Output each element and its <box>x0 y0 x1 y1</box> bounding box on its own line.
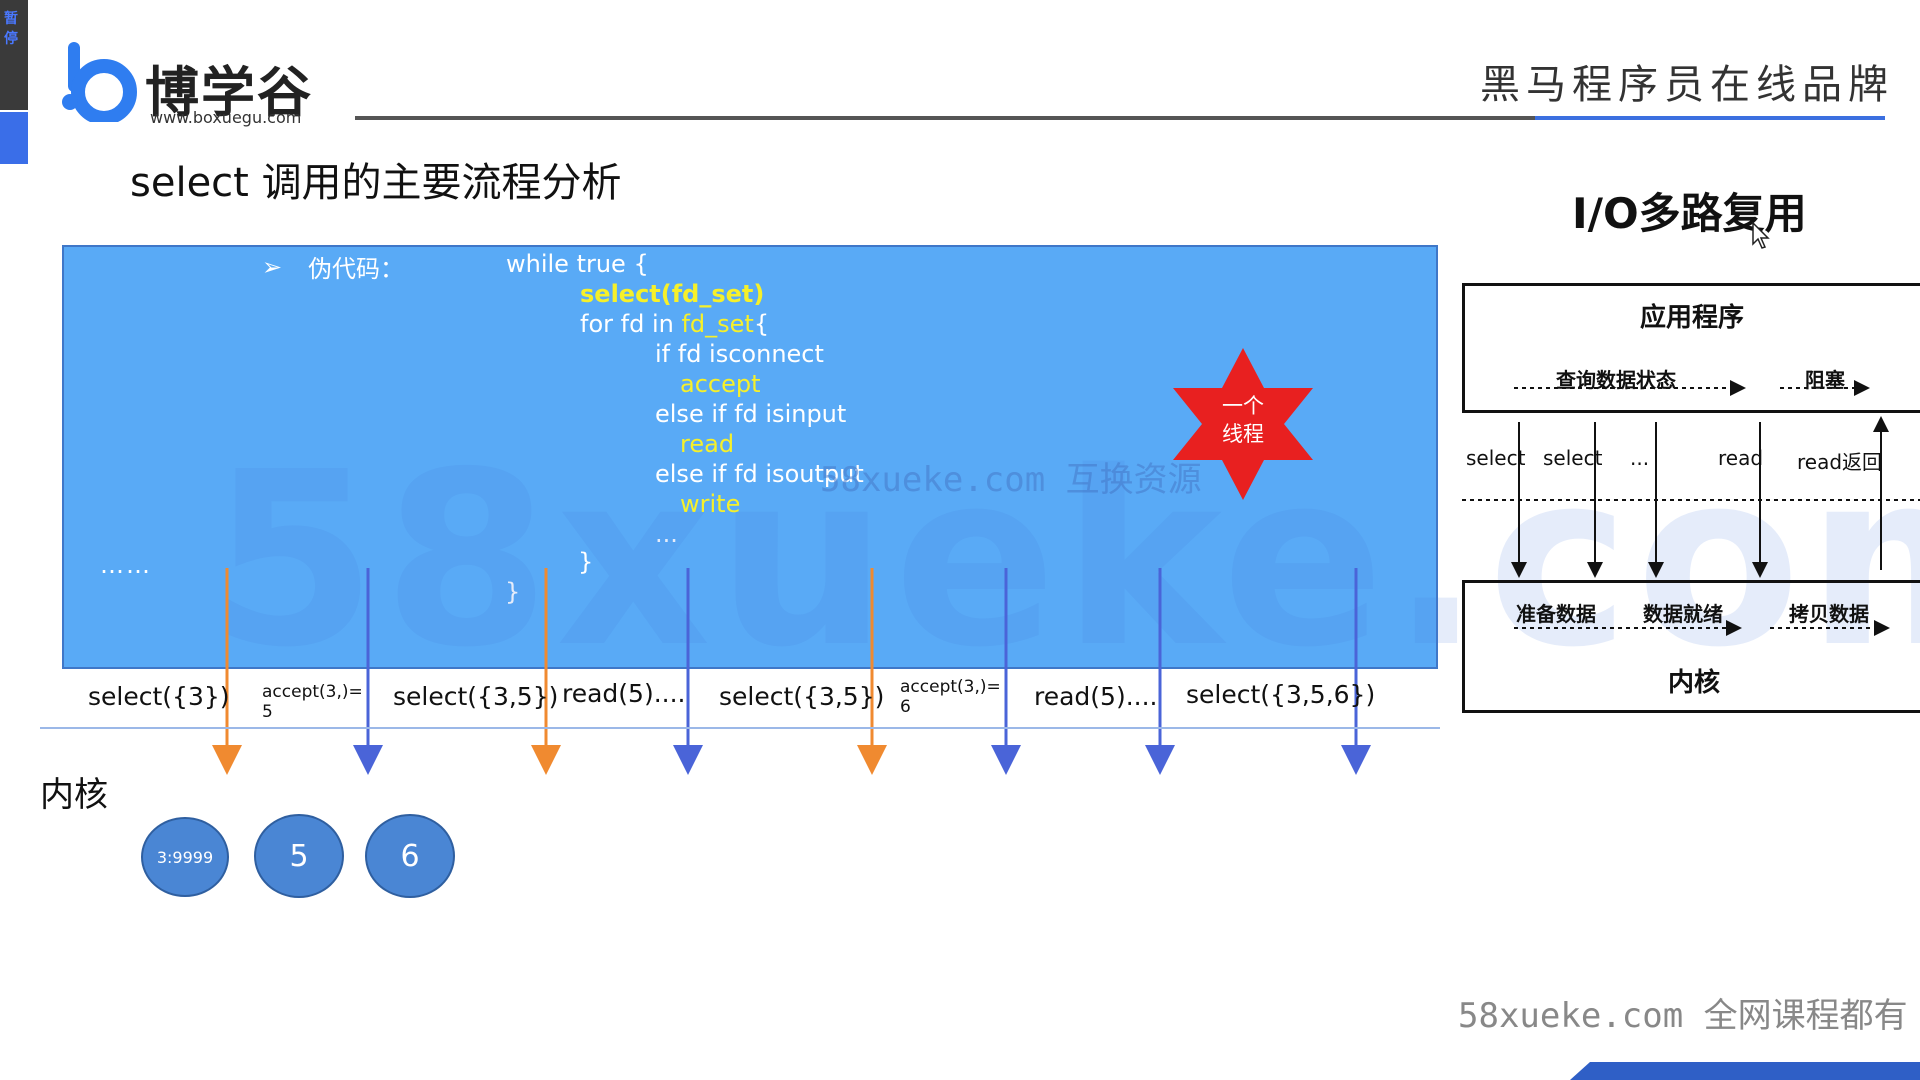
mouse-cursor-icon <box>1752 222 1770 249</box>
header-divider-accent <box>1535 116 1885 120</box>
single-thread-star: 一个 线程 <box>1168 348 1318 500</box>
application-title: 应用程序 <box>1640 303 1745 333</box>
kernel-label: 内核 <box>40 775 108 815</box>
kernel-box-title: 内核 <box>1668 668 1721 698</box>
io-call-select-2: select <box>1543 446 1603 470</box>
timeline-call-1: select({3}) <box>88 682 230 711</box>
data-ready-label: 数据就绪 <box>1643 602 1723 626</box>
left-edge-marker <box>0 112 28 164</box>
fd-circle-listen: 3:9999 <box>141 817 229 897</box>
timeline-call-7: read(5).... <box>1034 682 1158 711</box>
logo-url: www.boxuegu.com <box>150 108 302 127</box>
pause-indicator[interactable]: 暂停 <box>0 0 28 110</box>
star-label-line-1: 一个 <box>1222 394 1264 418</box>
header-divider <box>355 116 1535 120</box>
fd-circle-5: 5 <box>254 814 344 898</box>
pseudocode-bullet-icon: ➢ <box>262 253 283 281</box>
timeline-call-2: accept(3,)= 5 <box>262 682 363 722</box>
timeline-call-5: select({3,5}) <box>719 682 885 711</box>
bottom-banner-strip <box>1570 1062 1920 1080</box>
io-call-read-return: read返回 <box>1797 450 1883 474</box>
pause-label: 暂停 <box>4 11 18 47</box>
timeline-call-8: select({3,5,6}) <box>1186 680 1376 709</box>
code-line-4: if fd isconnect <box>655 340 824 368</box>
timeline-call-4: read(5).... <box>562 679 686 708</box>
star-label-line-2: 线程 <box>1222 422 1264 446</box>
code-line-5: accept <box>680 370 761 398</box>
fd-circle-6: 6 <box>365 814 455 898</box>
watermark-mid: 58xueke.com 互换资源 <box>820 460 1202 500</box>
io-call-select-1: select <box>1466 446 1526 470</box>
code-line-2: select(fd_set) <box>580 280 765 308</box>
code-line-3: for fd in fd_set{ <box>580 310 770 338</box>
code-line-1: while true { <box>506 250 649 278</box>
slide-title: select 调用的主要流程分析 <box>130 160 622 206</box>
io-call-ellipsis: ... <box>1630 446 1650 470</box>
watermark-bottom: 58xueke.com 全网课程都有 <box>1458 996 1908 1036</box>
timeline-call-3: select({3,5}) <box>393 682 559 711</box>
brand-slogan: 黑马程序员在线品牌 <box>1480 62 1894 108</box>
io-call-read: read <box>1718 446 1764 470</box>
timeline-call-6: accept(3,)= 6 <box>900 677 1001 717</box>
pseudocode-label: 伪代码： <box>308 255 404 283</box>
timeline-arrows <box>212 568 1371 775</box>
prepare-data-label: 准备数据 <box>1516 602 1596 626</box>
boxuegu-logo-icon <box>62 42 137 122</box>
copy-data-label: 拷贝数据 <box>1789 602 1869 626</box>
kernel-boundary-line <box>40 727 1440 729</box>
